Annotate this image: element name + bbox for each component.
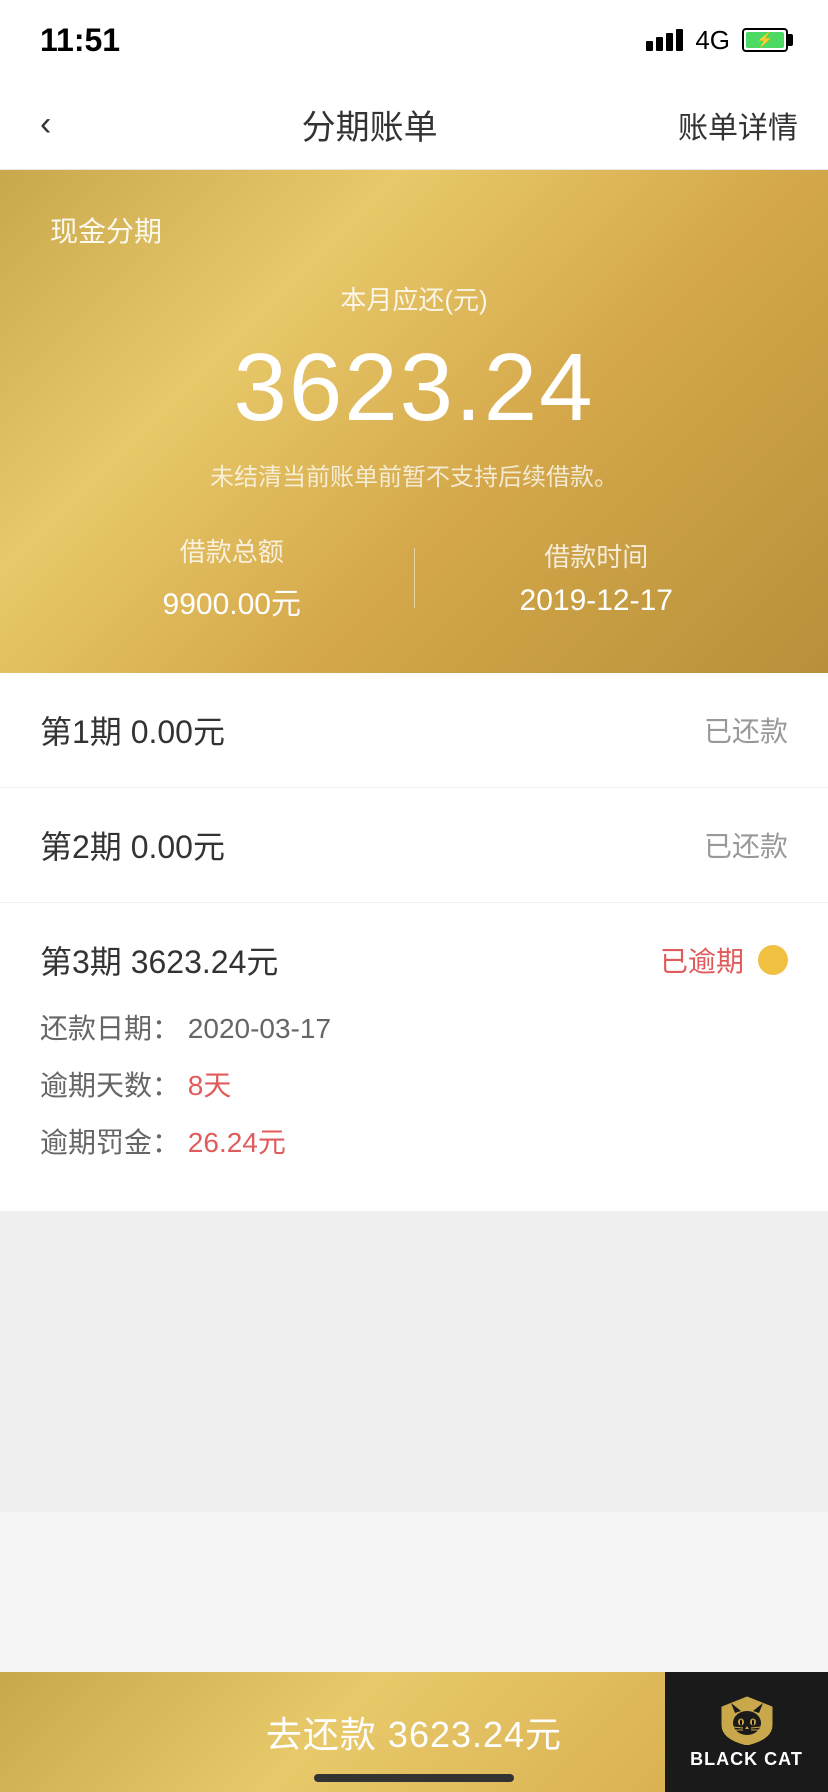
installment-title-2: 第2期 0.00元 <box>40 822 225 868</box>
overdue-label: 已逾期 <box>660 940 744 980</box>
hero-info-row: 借款总额 9900.00元 借款时间 2019-12-17 <box>50 532 778 623</box>
overdue-fine-value: 26.24元 <box>188 1127 286 1158</box>
hero-notice: 未结清当前账单前暂不支持后续借款。 <box>50 457 778 492</box>
overdue-days-value: 8天 <box>188 1070 232 1101</box>
page-title: 分期账单 <box>302 100 438 149</box>
installment-header-3: 第3期 3623.24元 已逾期 <box>40 937 788 983</box>
installment-item-1: 第1期 0.00元 已还款 <box>0 673 828 788</box>
installment-item-2: 第2期 0.00元 已还款 <box>0 788 828 903</box>
loan-total-label: 借款总额 <box>50 532 414 569</box>
installment-item-3: 第3期 3623.24元 已逾期 还款日期： 2020-03-17 逾期天数： … <box>0 903 828 1212</box>
battery-icon: ⚡ <box>742 28 788 52</box>
hero-amount: 3623.24 <box>50 333 778 443</box>
installment-title-3: 第3期 3623.24元 <box>40 937 278 983</box>
detail-button[interactable]: 账单详情 <box>678 103 798 147</box>
black-cat-label: BLACK CAT <box>690 1749 803 1770</box>
status-time: 11:51 <box>40 22 120 59</box>
loan-date-item: 借款时间 2019-12-17 <box>415 537 779 618</box>
back-button[interactable]: ‹ <box>30 95 61 154</box>
installment-title-1: 第1期 0.00元 <box>40 707 225 753</box>
hero-banner: 现金分期 本月应还(元) 3623.24 未结清当前账单前暂不支持后续借款。 借… <box>0 170 828 673</box>
loan-date-value: 2019-12-17 <box>415 584 779 618</box>
bottom-cta-label[interactable]: 去还款 3623.24元 <box>266 1706 562 1758</box>
nav-bar: ‹ 分期账单 账单详情 <box>0 80 828 170</box>
installment-header-1: 第1期 0.00元 已还款 <box>40 707 788 753</box>
overdue-days-label: 逾期天数： <box>40 1070 180 1101</box>
network-label: 4G <box>695 25 730 56</box>
home-indicator <box>314 1774 514 1782</box>
status-bar: 11:51 4G ⚡ <box>0 0 828 80</box>
overdue-days-row: 逾期天数： 8天 <box>40 1064 788 1109</box>
signal-bars-icon <box>646 29 683 51</box>
loan-date-label: 借款时间 <box>415 537 779 574</box>
black-cat-logo-icon <box>717 1695 777 1745</box>
black-cat-watermark: BLACK CAT <box>665 1672 828 1792</box>
status-icons: 4G ⚡ <box>646 25 788 56</box>
installment-status-2: 已还款 <box>704 825 788 865</box>
hero-subtitle: 本月应还(元) <box>50 280 778 317</box>
loan-total-item: 借款总额 9900.00元 <box>50 532 414 623</box>
loan-total-value: 9900.00元 <box>50 579 414 623</box>
overdue-fine-label: 逾期罚金： <box>40 1127 180 1158</box>
repay-date-value: 2020-03-17 <box>188 1013 331 1044</box>
overdue-dot-icon <box>758 945 788 975</box>
repay-date-row: 还款日期： 2020-03-17 <box>40 1007 788 1052</box>
hero-tag: 现金分期 <box>50 210 778 250</box>
installment-list: 第1期 0.00元 已还款 第2期 0.00元 已还款 第3期 3623.24元… <box>0 673 828 1212</box>
repay-date-label: 还款日期： <box>40 1013 180 1044</box>
gray-spacer <box>0 1212 828 1512</box>
installment-header-2: 第2期 0.00元 已还款 <box>40 822 788 868</box>
overdue-fine-row: 逾期罚金： 26.24元 <box>40 1121 788 1166</box>
installment-status-3: 已逾期 <box>660 940 788 980</box>
installment-detail-3: 还款日期： 2020-03-17 逾期天数： 8天 逾期罚金： 26.24元 <box>40 1007 788 1165</box>
installment-status-1: 已还款 <box>704 710 788 750</box>
